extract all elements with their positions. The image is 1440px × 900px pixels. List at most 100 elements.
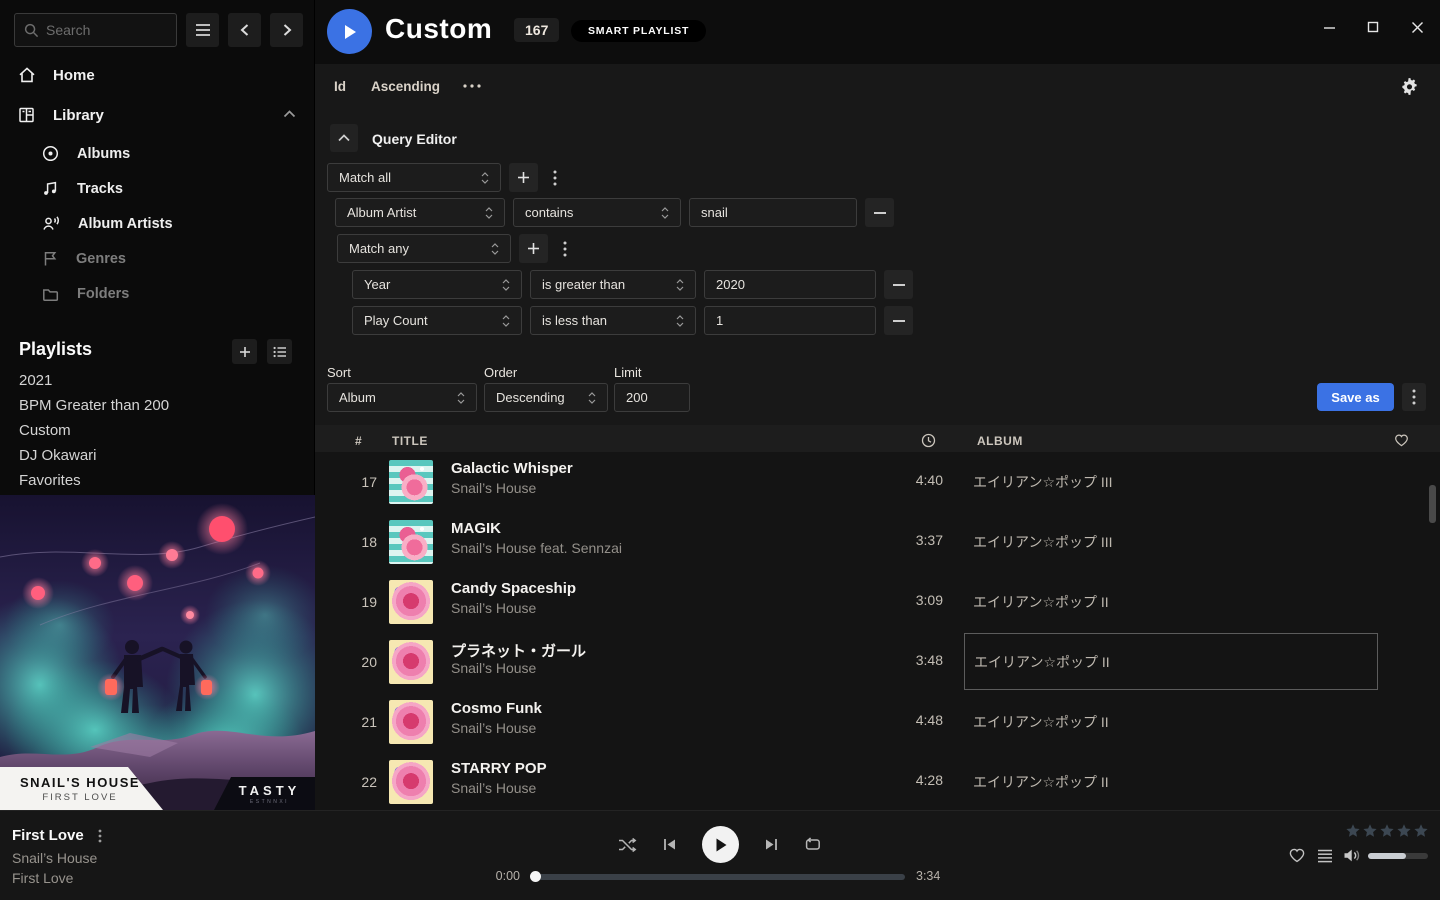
rule-value-input[interactable] (704, 306, 876, 335)
sidebar-item-home[interactable]: Home (18, 66, 95, 84)
queue-icon[interactable] (1317, 849, 1333, 863)
album-cover-thumbnail[interactable] (389, 520, 433, 564)
duration-clock-icon[interactable] (921, 433, 936, 448)
forward-button[interactable] (270, 13, 303, 47)
track-row[interactable]: 19 Candy Spaceship Snail’s House 3:09 エイ… (315, 572, 1440, 632)
add-rule-button[interactable] (519, 234, 548, 263)
shuffle-icon[interactable] (618, 837, 637, 853)
match-mode-select[interactable]: Match all (327, 163, 501, 192)
tracklist-scrollbar-thumb[interactable] (1429, 485, 1436, 523)
sidebar-item-genres[interactable]: Genres (42, 250, 126, 267)
sidebar-item-album-artists[interactable]: Album Artists (42, 215, 173, 232)
sidebar-item-albums[interactable]: Albums (42, 145, 130, 162)
now-playing-menu-icon[interactable] (98, 829, 102, 843)
query-menu-icon[interactable] (1402, 383, 1426, 411)
track-album-cell[interactable]: エイリアン☆ポップ III (964, 453, 1378, 510)
add-playlist-button[interactable] (232, 339, 257, 364)
sidebar-item-library[interactable]: Library (18, 106, 104, 124)
star-icon[interactable] (1362, 823, 1378, 839)
favorite-heart-icon[interactable] (1394, 433, 1409, 447)
maximize-button[interactable] (1358, 12, 1388, 42)
sidebar-item-label: Folders (77, 286, 129, 302)
playlist-item[interactable]: Favorites (19, 472, 81, 489)
minimize-button[interactable] (1314, 12, 1344, 42)
rule-field-select[interactable]: Album Artist (335, 198, 505, 227)
star-icon[interactable] (1379, 823, 1395, 839)
star-icon[interactable] (1345, 823, 1361, 839)
repeat-icon[interactable] (804, 837, 822, 852)
close-button[interactable] (1402, 12, 1432, 42)
playlist-item[interactable]: Custom (19, 422, 71, 439)
limit-input[interactable] (614, 383, 690, 412)
track-album-cell[interactable]: エイリアン☆ポップ II (964, 693, 1378, 750)
sort-direction-control[interactable]: Ascending (371, 79, 440, 94)
save-as-button[interactable]: Save as (1317, 383, 1394, 411)
group-menu-icon[interactable] (557, 234, 573, 263)
track-row[interactable]: 22 STARRY POP Snail’s House 4:28 エイリアン☆ポ… (315, 752, 1440, 810)
query-sort-select[interactable]: Album (327, 383, 477, 412)
album-cover-thumbnail[interactable] (389, 640, 433, 684)
volume-slider[interactable] (1368, 853, 1428, 859)
rule-field-select[interactable]: Year (352, 270, 522, 299)
remove-rule-button[interactable] (884, 270, 913, 299)
track-album-cell[interactable]: エイリアン☆ポップ II (964, 573, 1378, 630)
back-button[interactable] (228, 13, 261, 47)
menu-button[interactable] (186, 13, 219, 47)
rule-operator-select[interactable]: contains (513, 198, 681, 227)
play-pause-button[interactable] (702, 826, 739, 863)
track-album-cell[interactable]: エイリアン☆ポップ III (964, 513, 1378, 570)
volume-speaker-icon[interactable] (1343, 848, 1360, 863)
query-order-select[interactable]: Descending (484, 383, 608, 412)
album-cover-thumbnail[interactable] (389, 700, 433, 744)
rule-field-select[interactable]: Play Count (352, 306, 522, 335)
remove-rule-button[interactable] (884, 306, 913, 335)
star-icon[interactable] (1413, 823, 1429, 839)
rule-operator-select[interactable]: is less than (530, 306, 696, 335)
rule-value-input[interactable] (689, 198, 857, 227)
playlist-item[interactable]: DJ Okawari (19, 447, 97, 464)
seek-thumb[interactable] (530, 871, 541, 882)
now-playing-artwork[interactable]: SNAIL'S HOUSE FIRST LOVE TASTY ESTNNXI (0, 495, 315, 810)
next-track-icon[interactable] (764, 837, 779, 852)
window-controls (1314, 12, 1432, 42)
track-row[interactable]: 18 MAGIK Snail’s House feat. Sennzai 3:3… (315, 512, 1440, 572)
search-input[interactable] (46, 22, 156, 38)
track-row[interactable]: 21 Cosmo Funk Snail’s House 4:48 エイリアン☆ポ… (315, 692, 1440, 752)
sidebar-item-folders[interactable]: Folders (42, 286, 129, 302)
column-album[interactable]: ALBUM (977, 434, 1023, 448)
more-options-icon[interactable] (463, 84, 481, 88)
rule-operator-select[interactable]: is greater than (530, 270, 696, 299)
playlist-list-button[interactable] (267, 339, 292, 364)
album-cover-thumbnail[interactable] (389, 580, 433, 624)
sort-field-control[interactable]: Id (334, 79, 346, 94)
rule-operator-value: is less than (542, 313, 607, 328)
sidebar-item-label: Home (53, 67, 95, 84)
remove-rule-button[interactable] (865, 198, 894, 227)
query-editor-panel: Query Editor Match all Album Artist cont… (315, 110, 1440, 425)
seek-bar[interactable] (535, 874, 905, 880)
star-icon[interactable] (1396, 823, 1412, 839)
collapse-query-editor-button[interactable] (330, 124, 358, 152)
chevron-left-icon (239, 23, 251, 37)
settings-gear-icon[interactable] (1400, 77, 1419, 96)
column-index[interactable]: # (355, 434, 362, 448)
album-cover-thumbnail[interactable] (389, 760, 433, 804)
track-row[interactable]: 20 プラネット・ガール Snail’s House 3:48 エイリアン☆ポッ… (315, 632, 1440, 692)
album-cover-thumbnail[interactable] (389, 460, 433, 504)
play-playlist-button[interactable] (327, 9, 372, 54)
library-collapse-chevron-icon[interactable] (283, 110, 296, 118)
track-album-cell[interactable]: エイリアン☆ポップ II (964, 633, 1378, 690)
playlist-item[interactable]: BPM Greater than 200 (19, 397, 169, 414)
group-menu-icon[interactable] (547, 163, 563, 192)
match-mode-select[interactable]: Match any (337, 234, 511, 263)
favorite-heart-icon[interactable] (1288, 847, 1306, 863)
playlist-item[interactable]: 2021 (19, 372, 52, 389)
column-title[interactable]: TITLE (392, 434, 428, 448)
previous-track-icon[interactable] (662, 837, 677, 852)
sidebar-item-tracks[interactable]: Tracks (42, 180, 123, 197)
rule-value-input[interactable] (704, 270, 876, 299)
search-box[interactable] (14, 13, 177, 47)
track-row[interactable]: 17 Galactic Whisper Snail’s House 4:40 エ… (315, 452, 1440, 512)
add-rule-button[interactable] (509, 163, 538, 192)
track-album-cell[interactable]: エイリアン☆ポップ II (964, 753, 1378, 810)
